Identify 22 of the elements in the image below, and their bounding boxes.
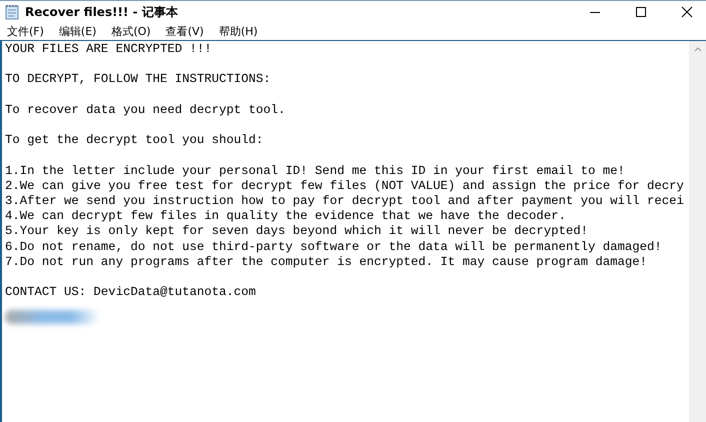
text-line: YOUR FILES ARE ENCRYPTED !!! <box>5 42 213 58</box>
text-line: 1.In the letter include your personal ID! Send me this ID in your first email to me! <box>5 164 626 179</box>
text-line: To get the decrypt tool you should: <box>5 133 264 148</box>
text-line: TO DECRYPT, FOLLOW THE INSTRUCTIONS: <box>5 72 272 88</box>
maximize-icon[interactable] <box>635 6 647 18</box>
notepad-icon <box>5 4 19 20</box>
window-title: Recover files!!! - 记事本 <box>25 4 178 20</box>
text-line: 6.Do not rename, do not use third-party software or the data will be permanently damaged! <box>5 240 663 255</box>
vertical-scrollbar[interactable] <box>689 41 706 422</box>
menu-item[interactable]: 帮助(H) <box>218 24 258 39</box>
text-line: 5.Your key is only kept for seven days beyond which it will never be decrypted! <box>5 224 589 240</box>
menu-item[interactable]: 编辑(E) <box>58 24 96 39</box>
close-icon[interactable] <box>681 6 693 18</box>
menu-item[interactable]: 查看(V) <box>166 24 204 39</box>
text-line: 2.We can give you free test for decrypt few files (NOT VALUE) and assign the price for decry <box>5 178 685 194</box>
text-line: 4.We can decrypt few files in quality the evidence that we have the decoder. <box>5 209 567 224</box>
text-line: To recover data you need decrypt tool. <box>5 102 286 118</box>
text-line: 3.After we send you instruction how to pay for decrypt tool and after payment you will recei <box>5 194 685 210</box>
text-line: CONTACT US: DevicData@tutanota.com <box>5 285 257 300</box>
menu-item[interactable]: 文件(F) <box>7 24 44 39</box>
text-line: 7.Do not run any programs after the computer is encrypted. It may cause program damage! <box>5 254 648 270</box>
menu-item[interactable]: 格式(O) <box>111 24 151 39</box>
